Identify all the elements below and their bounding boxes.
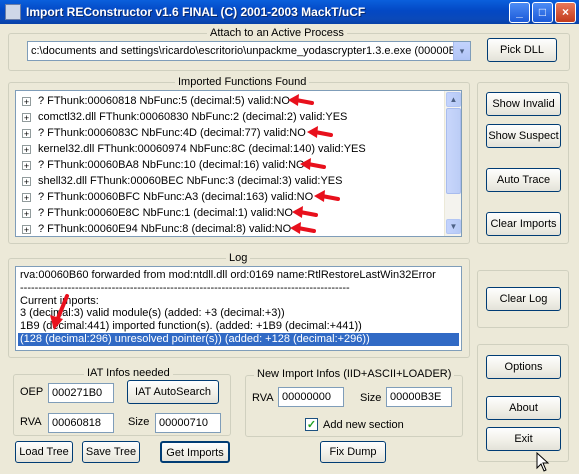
red-arrow-icon	[307, 126, 333, 138]
red-arrow-icon	[290, 222, 316, 234]
red-arrow-icon	[292, 206, 318, 218]
red-arrow-icon	[314, 190, 340, 202]
red-arrow-icon	[50, 294, 69, 330]
annotation-arrows	[50, 94, 340, 330]
red-arrow-icon	[300, 158, 326, 170]
red-arrow-icon	[288, 94, 314, 106]
